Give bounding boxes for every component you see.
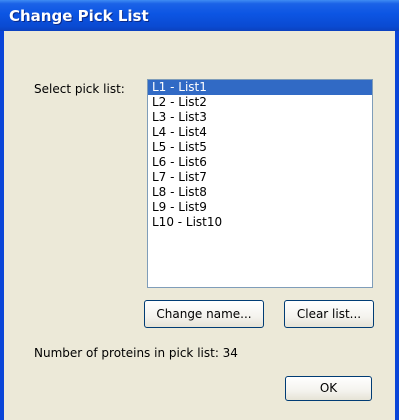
list-item-l4[interactable]: L4 - List4 (148, 125, 372, 140)
list-item-l10[interactable]: L10 - List10 (148, 215, 372, 230)
list-item-l8[interactable]: L8 - List8 (148, 185, 372, 200)
ok-button[interactable]: OK (285, 376, 372, 401)
change-name-button[interactable]: Change name... (144, 300, 264, 328)
dialog-window: Change Pick List Select pick list: L1 - … (0, 0, 399, 420)
list-item-l6[interactable]: L6 - List6 (148, 155, 372, 170)
select-pick-list-label: Select pick list: (34, 82, 125, 96)
title-bar[interactable]: Change Pick List (0, 0, 399, 31)
pick-list-listbox[interactable]: L1 - List1 L2 - List2 L3 - List3 L4 - Li… (147, 79, 373, 288)
list-item-l7[interactable]: L7 - List7 (148, 170, 372, 185)
list-item-l9[interactable]: L9 - List9 (148, 200, 372, 215)
list-item-l5[interactable]: L5 - List5 (148, 140, 372, 155)
protein-count-text: Number of proteins in pick list: 34 (34, 346, 238, 360)
list-item-l1[interactable]: L1 - List1 (148, 80, 372, 95)
dialog-title: Change Pick List (9, 7, 149, 25)
clear-list-button[interactable]: Clear list... (284, 300, 374, 328)
list-item-l3[interactable]: L3 - List3 (148, 110, 372, 125)
list-item-l2[interactable]: L2 - List2 (148, 95, 372, 110)
